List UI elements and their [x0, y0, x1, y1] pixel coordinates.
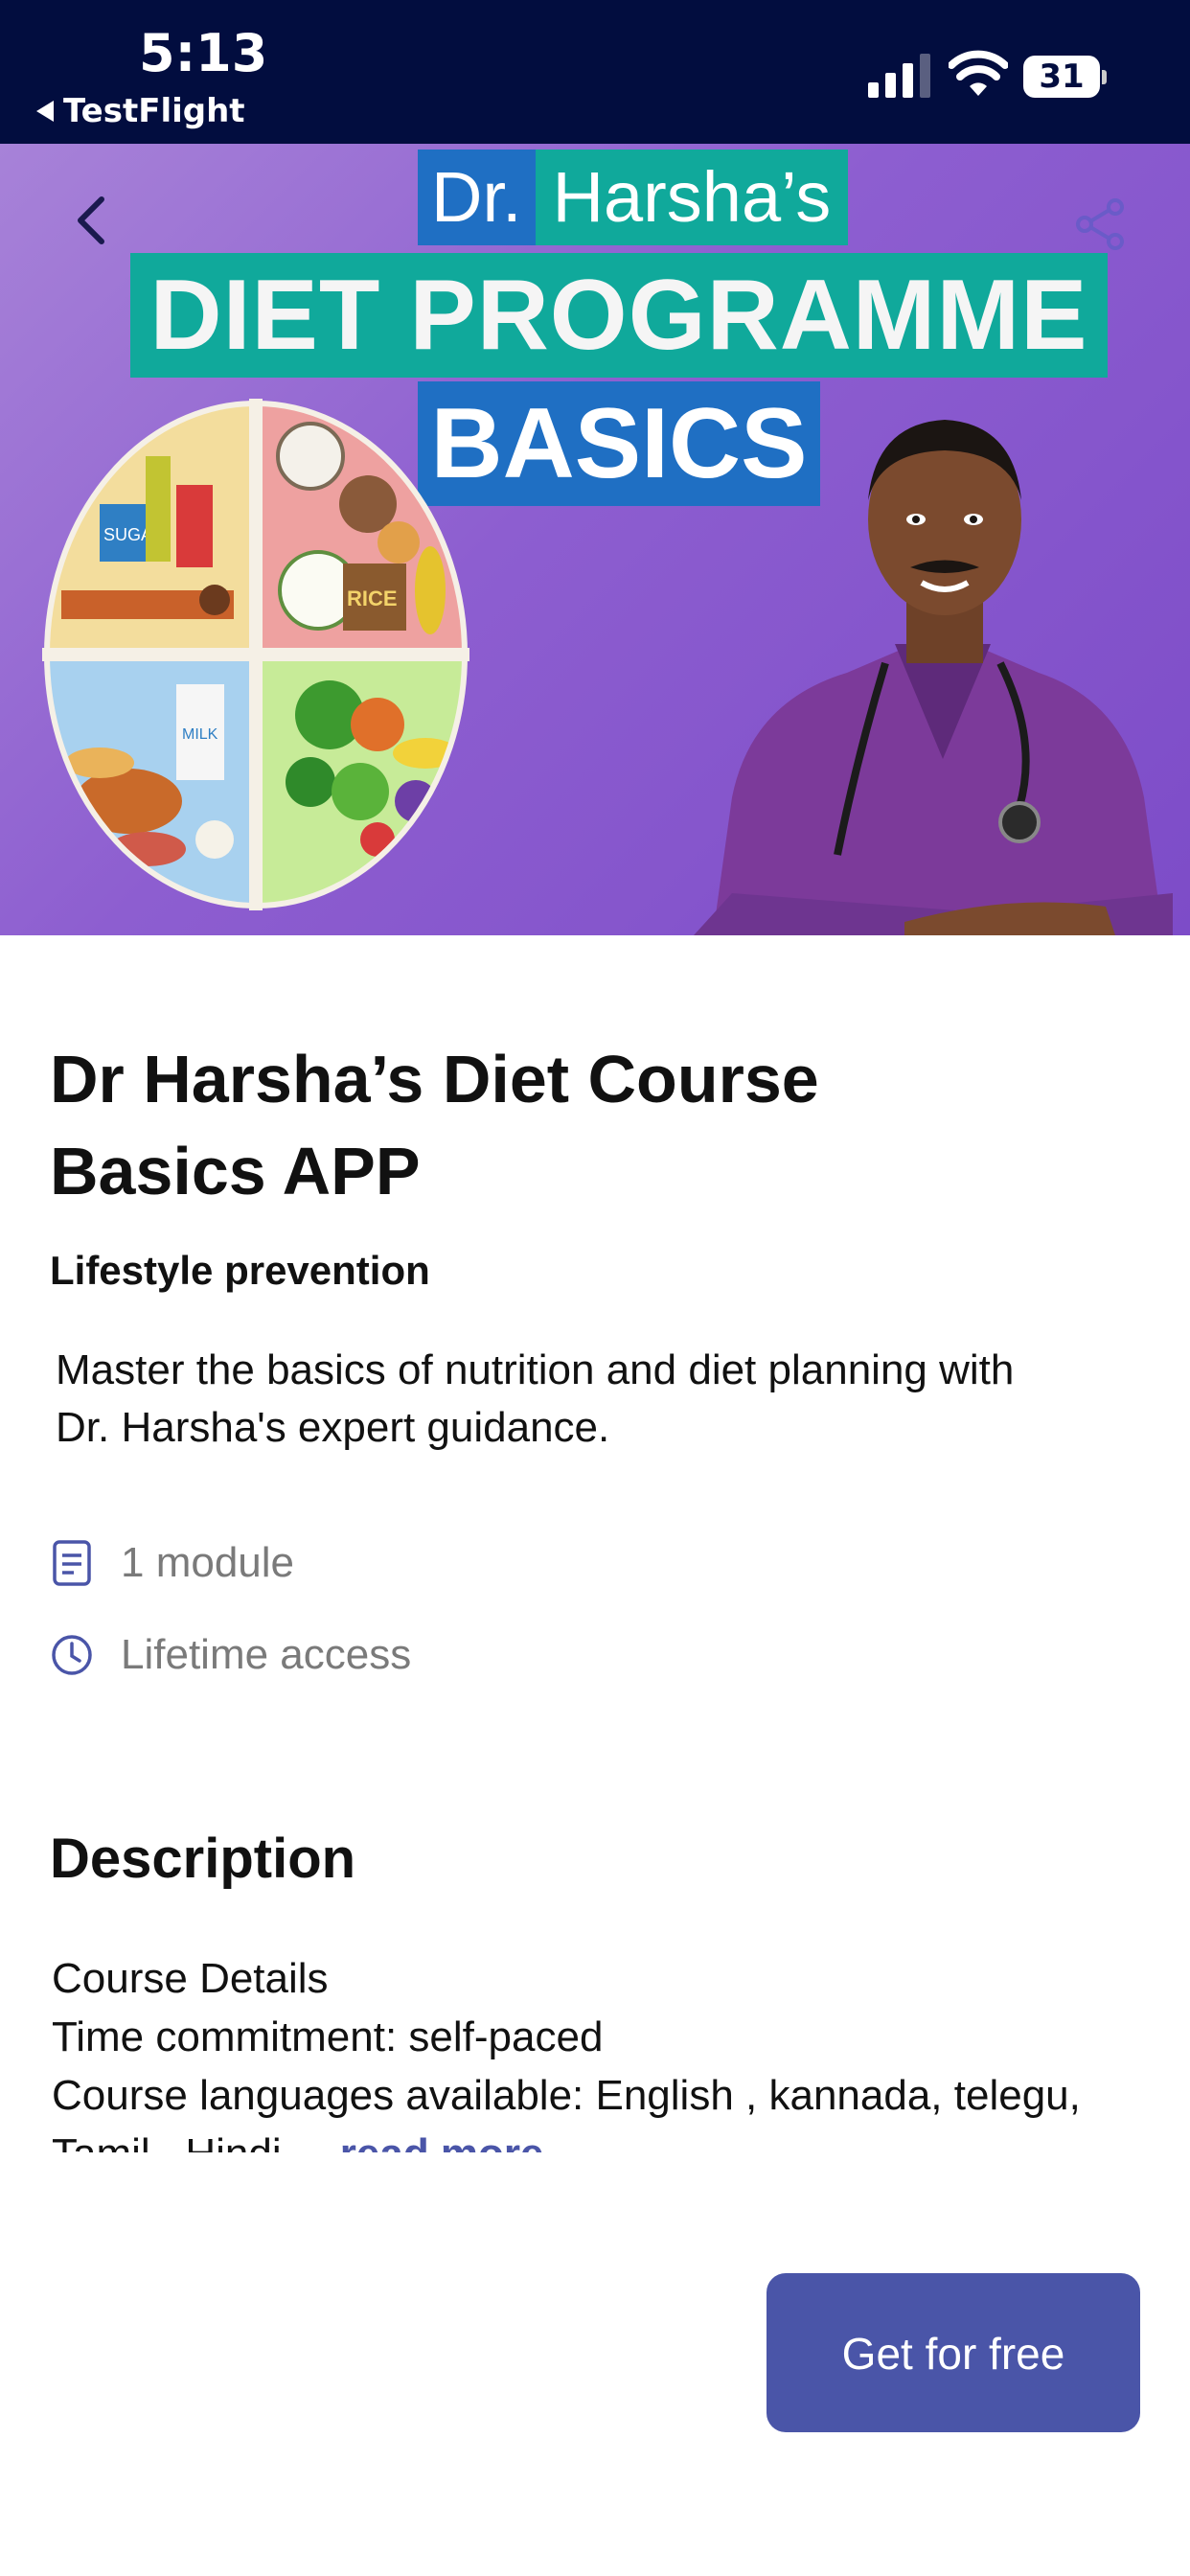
- clock-icon: [52, 1635, 92, 1675]
- get-for-free-button[interactable]: Get for free: [767, 2273, 1140, 2432]
- banner-dr: Dr.: [418, 150, 536, 245]
- description-line-4-text: Tamil , Hindi ...: [52, 2130, 329, 2152]
- back-chevron-icon[interactable]: [63, 192, 121, 249]
- battery-level: 31: [1039, 58, 1085, 96]
- course-title-line-1: Dr Harsha’s Diet Course: [50, 1042, 819, 1116]
- food-plate-illustration: SUGA RICE MILK: [42, 399, 469, 910]
- document-icon: [53, 1540, 91, 1586]
- course-banner-image: Dr. Harsha’s DIET PROGRAMME BASICS SUGA: [0, 144, 1190, 935]
- description-text: Course Details Time commitment: self-pac…: [52, 1949, 1154, 2152]
- plate-label-sugar: SUGA: [103, 525, 152, 544]
- status-bar: 5:13 TestFlight 31: [0, 0, 1190, 144]
- course-title-line-2: Basics APP: [50, 1134, 421, 1208]
- description-line-4: Tamil , Hindi ... read more: [52, 2125, 1154, 2152]
- access-info: Lifetime access: [50, 1631, 411, 1679]
- course-summary: Master the basics of nutrition and diet …: [56, 1342, 1148, 1457]
- course-summary-line-1: Master the basics of nutrition and diet …: [56, 1346, 1015, 1393]
- modules-count: 1 module: [121, 1539, 295, 1586]
- description-line-3: Course languages available: English , ka…: [52, 2072, 1081, 2119]
- description-line-1: Course Details: [52, 1955, 329, 2002]
- plate-label-milk: MILK: [182, 726, 218, 743]
- cellular-signal-icon: [868, 54, 930, 98]
- course-category: Lifestyle prevention: [50, 1248, 430, 1293]
- plate-label-rice: RICE: [347, 586, 398, 610]
- access-duration: Lifetime access: [121, 1631, 412, 1678]
- banner-doctor-name: Dr. Harsha’s: [418, 150, 849, 245]
- wifi-icon: [949, 50, 1008, 96]
- course-summary-line-2: Dr. Harsha's expert guidance.: [56, 1404, 610, 1451]
- status-time: 5:13: [139, 23, 268, 83]
- course-title: Dr Harsha’s Diet Course Basics APP: [50, 1033, 1104, 1217]
- read-more-link[interactable]: read more: [340, 2130, 544, 2152]
- back-triangle-icon: [36, 101, 54, 122]
- doctor-photo: [694, 420, 1173, 935]
- banner-harsha: Harsha’s: [535, 150, 849, 245]
- modules-info: 1 module: [50, 1539, 294, 1587]
- back-to-app-link[interactable]: TestFlight: [36, 92, 245, 130]
- back-app-label: TestFlight: [63, 92, 245, 130]
- description-heading: Description: [50, 1828, 356, 1890]
- description-line-2: Time commitment: self-paced: [52, 2013, 604, 2060]
- battery-cap: [1102, 70, 1107, 84]
- share-icon[interactable]: [1071, 197, 1129, 251]
- battery-icon: 31: [1023, 56, 1108, 100]
